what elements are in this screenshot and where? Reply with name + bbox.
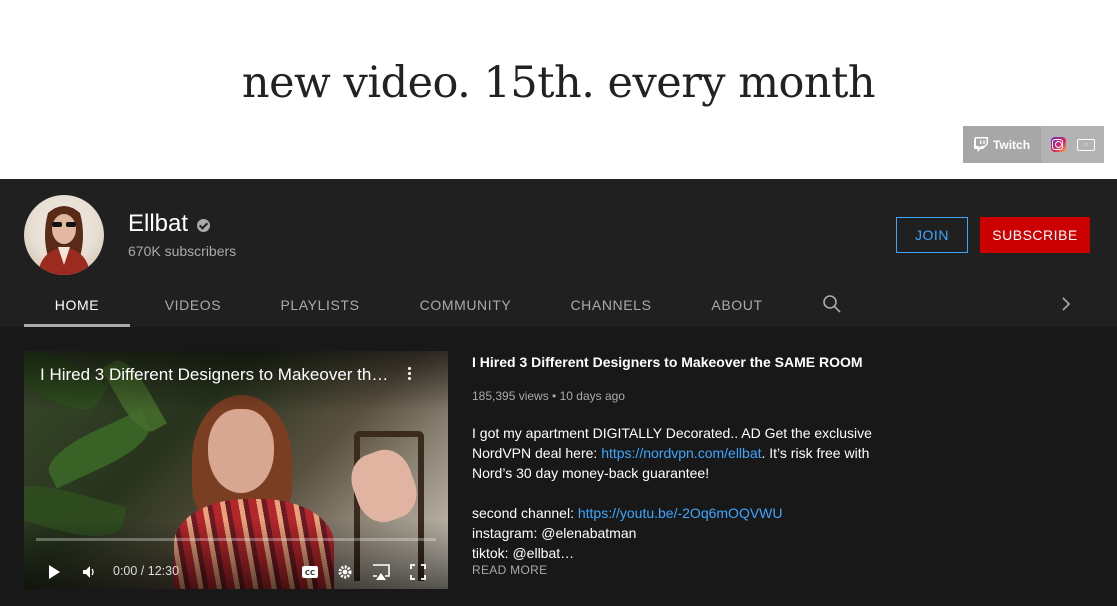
captions-icon[interactable]: CC (301, 561, 319, 583)
instagram-handle: instagram: @elenabatman (472, 525, 637, 541)
tab-channels[interactable]: CHANNELS (547, 283, 675, 327)
video-description: I got my apartment DIGITALLY Decorated..… (472, 423, 872, 563)
nordvpn-link[interactable]: https://nordvpn.com/ellbat (601, 445, 761, 461)
subscribe-button[interactable]: SUBSCRIBE (980, 217, 1090, 253)
banner-text: new video. 15th. every month (241, 58, 876, 108)
second-channel-label: second channel: (472, 505, 578, 521)
volume-icon[interactable] (82, 561, 96, 583)
instagram-icon[interactable] (1050, 137, 1066, 152)
tiktok-handle: tiktok: @ellbat… (472, 545, 575, 561)
verified-icon (197, 219, 211, 232)
avatar[interactable] (24, 195, 104, 275)
video-player[interactable]: I Hired 3 Different Designers to Makeove… (24, 351, 448, 589)
fullscreen-icon[interactable] (410, 561, 426, 583)
link-icon[interactable]: ▭ (1076, 138, 1095, 151)
video-time: 0:00 / 12:30 (113, 564, 180, 578)
channel-header: Ellbat 670K subscribers JOIN SUBSCRIBE H… (0, 179, 1117, 327)
svg-text:CC: CC (305, 569, 315, 577)
tab-home[interactable]: HOME (24, 283, 130, 327)
player-title[interactable]: I Hired 3 Different Designers to Makeove… (40, 365, 390, 385)
airplay-icon[interactable] (371, 561, 391, 583)
presenter-face (208, 409, 274, 493)
read-more-button[interactable]: READ MORE (472, 563, 547, 577)
settings-icon[interactable] (337, 561, 353, 583)
channel-name-row: Ellbat (128, 210, 211, 238)
channel-banner: new video. 15th. every month Twitch ▭ (0, 0, 1117, 179)
search-icon[interactable] (822, 294, 842, 314)
subscriber-count: 670K subscribers (128, 243, 237, 259)
channel-tabs: HOME VIDEOS PLAYLISTS COMMUNITY CHANNELS… (24, 283, 799, 327)
tab-videos[interactable]: VIDEOS (130, 283, 256, 327)
channel-name: Ellbat (128, 210, 189, 237)
banner-links: Twitch ▭ (963, 126, 1104, 163)
play-icon[interactable] (46, 561, 62, 583)
second-channel-link[interactable]: https://youtu.be/-2Oq6mOQVWU (578, 505, 783, 521)
video-title[interactable]: I Hired 3 Different Designers to Makeove… (472, 354, 863, 370)
tab-playlists[interactable]: PLAYLISTS (256, 283, 384, 327)
more-options-icon[interactable] (405, 365, 413, 385)
video-meta: 185,395 views • 10 days ago (472, 389, 625, 403)
tab-about[interactable]: ABOUT (675, 283, 799, 327)
featured-section: I Hired 3 Different Designers to Makeove… (0, 327, 1117, 606)
twitch-link[interactable]: Twitch (963, 126, 1041, 163)
chevron-right-icon[interactable] (1058, 294, 1074, 314)
join-button[interactable]: JOIN (896, 217, 968, 253)
twitch-icon (973, 137, 988, 152)
tab-community[interactable]: COMMUNITY (384, 283, 547, 327)
twitch-label: Twitch (992, 137, 1031, 152)
progress-bar[interactable] (36, 538, 436, 541)
social-links: ▭ (1041, 126, 1104, 163)
